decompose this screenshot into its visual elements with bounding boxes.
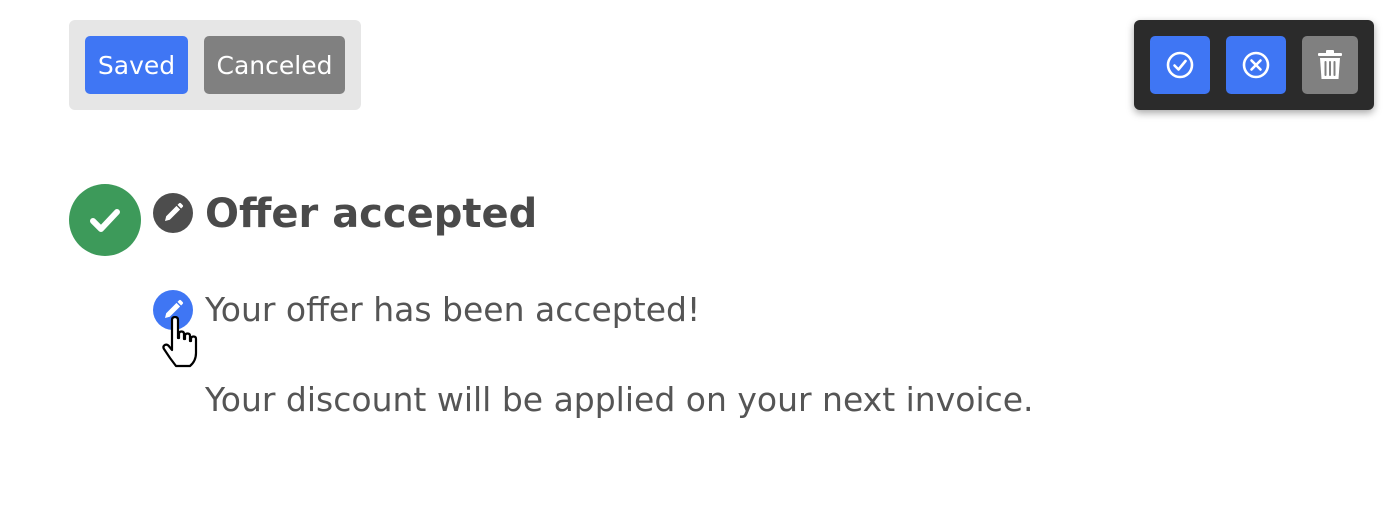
pencil-icon [165,202,184,221]
trash-icon [1318,50,1342,79]
page-title: Offer accepted [205,191,538,237]
saved-button[interactable]: Saved [85,36,188,94]
pencil-icon [165,299,184,318]
page: Saved Canceled Offer accepted Your offer… [0,0,1394,514]
message-subtext: Your discount will be applied on your ne… [205,380,1034,419]
delete-button[interactable] [1302,36,1358,94]
cancel-button[interactable] [1226,36,1286,94]
check-circle-icon [1166,51,1194,79]
success-badge [69,184,141,256]
edit-message-button[interactable] [153,290,193,330]
edit-title-button[interactable] [153,193,193,233]
canceled-button[interactable]: Canceled [204,36,345,94]
confirm-button[interactable] [1150,36,1210,94]
checkmark-icon [90,209,120,232]
x-circle-icon [1242,51,1270,79]
status-toggle-group: Saved Canceled [69,20,361,110]
message-text: Your offer has been accepted! [205,290,701,329]
action-toolbar [1134,20,1374,110]
